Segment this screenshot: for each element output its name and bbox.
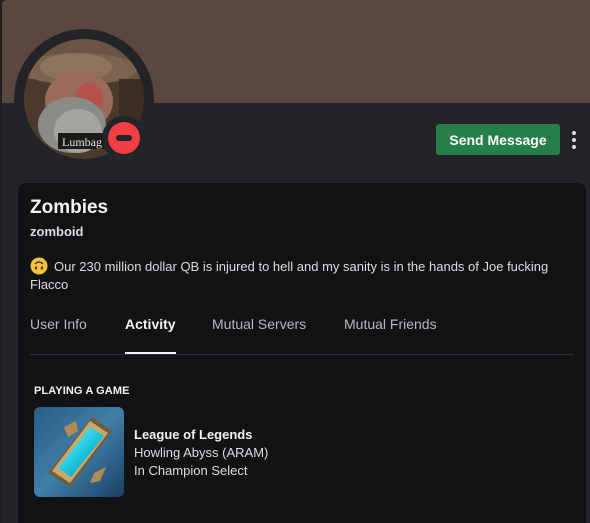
custom-status: Our 230 million dollar QB is injured to … bbox=[30, 257, 575, 294]
dnd-bar bbox=[116, 135, 132, 141]
tab-user-info[interactable]: User Info bbox=[30, 316, 87, 354]
profile-tabs: User Info Activity Mutual Servers Mutual… bbox=[30, 315, 574, 355]
tab-activity[interactable]: Activity bbox=[125, 316, 176, 354]
game-state: In Champion Select bbox=[134, 463, 248, 478]
game-icon-art bbox=[34, 407, 124, 497]
game-detail: Howling Abyss (ARAM) bbox=[134, 445, 269, 460]
display-name: Zombies bbox=[30, 197, 109, 218]
custom-status-text: Our 230 million dollar QB is injured to … bbox=[30, 259, 549, 292]
kebab-menu-icon[interactable] bbox=[564, 124, 584, 155]
window-edge bbox=[0, 0, 2, 523]
kebab-dot bbox=[572, 144, 576, 149]
league-of-legends-icon[interactable] bbox=[34, 407, 124, 497]
send-message-button[interactable]: Send Message bbox=[436, 124, 560, 155]
avatar-caption: Lumbag bbox=[62, 135, 102, 149]
profile-card: Zombies zomboid Our 230 million dollar Q… bbox=[18, 183, 586, 523]
kebab-dot bbox=[572, 137, 576, 142]
kebab-dot bbox=[572, 130, 576, 135]
username: zomboid bbox=[30, 224, 84, 239]
upside-down-face-icon bbox=[30, 257, 48, 275]
tab-mutual-servers[interactable]: Mutual Servers bbox=[212, 316, 306, 354]
tab-mutual-friends[interactable]: Mutual Friends bbox=[344, 316, 437, 354]
game-name: League of Legends bbox=[134, 427, 253, 442]
activity-section-heading: PLAYING A GAME bbox=[34, 385, 130, 397]
dnd-status-icon bbox=[108, 122, 140, 154]
